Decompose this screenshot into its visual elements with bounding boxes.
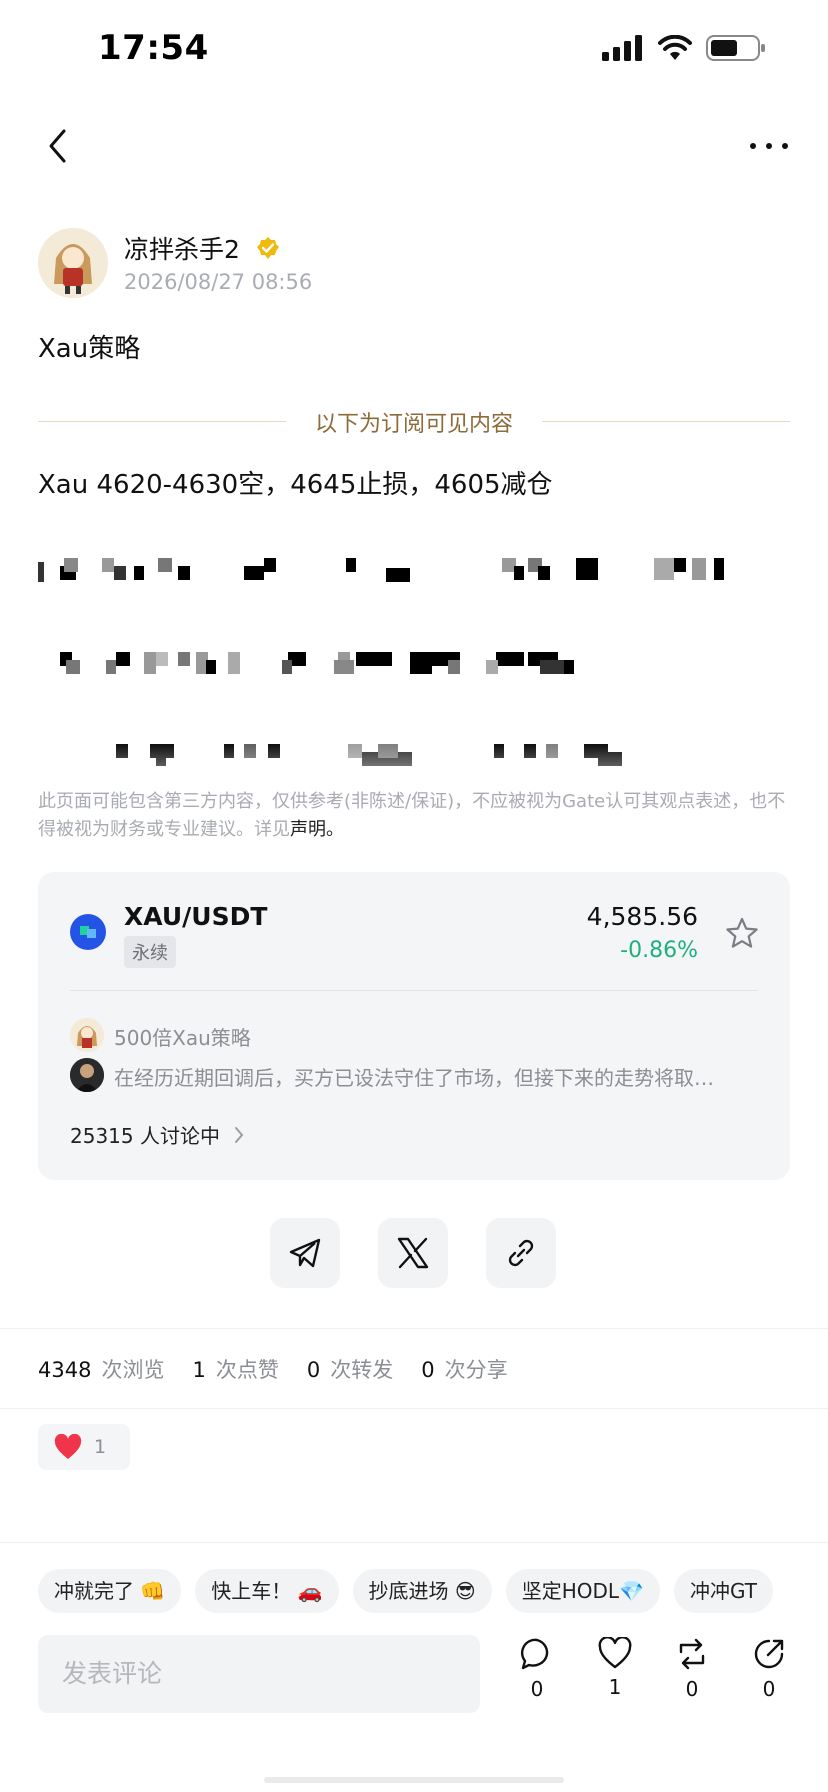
wifi-icon bbox=[658, 35, 692, 60]
status-icons bbox=[602, 34, 766, 62]
post-title: Xau策略 bbox=[38, 334, 141, 364]
author-avatar[interactable] bbox=[38, 228, 108, 298]
like-action[interactable]: 1 bbox=[590, 1637, 640, 1717]
comment-action[interactable]: 0 bbox=[512, 1637, 562, 1717]
feed-item[interactable]: 500倍Xau策略 bbox=[70, 1018, 760, 1052]
divider bbox=[0, 1328, 828, 1329]
subscriber-divider: 以下为订阅可见内容 bbox=[38, 404, 790, 440]
disclaimer-link[interactable]: 声明。 bbox=[290, 819, 344, 840]
views-count: 4348 bbox=[38, 1358, 92, 1382]
quick-comment-chip[interactable]: 坚定HODL💎 bbox=[505, 1569, 660, 1613]
heart-outline-icon bbox=[598, 1637, 632, 1669]
share-x-button[interactable] bbox=[378, 1218, 448, 1288]
subscriber-divider-label: 以下为订阅可见内容 bbox=[292, 412, 535, 437]
quick-comment-chip[interactable]: 抄底进场 😎 bbox=[352, 1569, 492, 1613]
repost-action[interactable]: 0 bbox=[667, 1637, 717, 1717]
pair-name[interactable]: XAU/USDT bbox=[124, 902, 267, 931]
feed-avatar bbox=[70, 1058, 104, 1092]
likes-count: 1 bbox=[192, 1358, 206, 1382]
share-action[interactable]: 0 bbox=[744, 1637, 794, 1717]
disclaimer-text: 此页面可能包含第三方内容，仅供参考(非陈述/保证)，不应被视为Gate认可其观点… bbox=[38, 791, 786, 840]
third-party-disclaimer: 此页面可能包含第三方内容，仅供参考(非陈述/保证)，不应被视为Gate认可其观点… bbox=[38, 788, 790, 844]
reaction-count: 1 bbox=[94, 1436, 107, 1458]
pixel-row bbox=[38, 558, 790, 592]
signal-icon bbox=[602, 35, 642, 61]
feed-avatar bbox=[70, 1018, 104, 1052]
top-nav bbox=[0, 118, 828, 174]
reposts-label: 次转发 bbox=[330, 1358, 394, 1382]
x-icon bbox=[397, 1237, 429, 1269]
reposts-count: 0 bbox=[306, 1358, 321, 1382]
back-button[interactable] bbox=[36, 124, 80, 168]
contract-type-tag: 永续 bbox=[124, 936, 176, 968]
quick-comment-chip[interactable]: 冲就完了 👊 bbox=[38, 1569, 182, 1613]
more-button[interactable] bbox=[744, 124, 794, 168]
comment-input[interactable] bbox=[38, 1635, 480, 1713]
heart-icon bbox=[54, 1434, 82, 1459]
copy-link-button[interactable] bbox=[486, 1218, 556, 1288]
heart-reaction[interactable]: 1 bbox=[38, 1424, 130, 1470]
shares-label: 次分享 bbox=[444, 1358, 508, 1382]
card-divider bbox=[70, 990, 758, 991]
chevron-left-icon bbox=[49, 129, 66, 163]
chevron-right-icon bbox=[234, 1126, 244, 1143]
discussion-count: 25315 人讨论中 bbox=[70, 1124, 220, 1148]
feed-text: 500倍Xau策略 bbox=[114, 1026, 251, 1050]
post-timestamp: 2026/08/27 08:56 bbox=[124, 270, 313, 294]
author-header: 凉拌杀手2 2026/08/27 08:56 bbox=[38, 228, 798, 304]
share-icon bbox=[754, 1639, 784, 1669]
share-buttons bbox=[270, 1218, 558, 1288]
more-dots-icon bbox=[750, 143, 788, 149]
verified-badge-icon bbox=[257, 237, 279, 259]
telegram-icon bbox=[289, 1238, 321, 1268]
avatar-image bbox=[38, 228, 108, 298]
like-count: 1 bbox=[608, 1675, 622, 1699]
feed-text: 在经历近期回调后，买方已设法守住了市场，但接下来的走势将取… bbox=[114, 1066, 714, 1090]
comment-count: 0 bbox=[530, 1677, 544, 1701]
views-label: 次浏览 bbox=[101, 1358, 165, 1382]
favorite-star-icon[interactable] bbox=[724, 916, 760, 952]
quick-comment-row: 冲就完了 👊 快上车！ 🚗 抄底进场 😎 坚定HODL💎 冲冲GT bbox=[38, 1569, 828, 1615]
shares-count: 0 bbox=[421, 1358, 435, 1382]
gate-logo-icon bbox=[70, 914, 106, 950]
share-telegram-button[interactable] bbox=[270, 1218, 340, 1288]
feed-item[interactable]: 在经历近期回调后，买方已设法守住了市场，但接下来的走势将取… bbox=[70, 1058, 760, 1092]
pair-change: -0.86% bbox=[620, 938, 698, 963]
repost-icon bbox=[679, 1638, 705, 1670]
link-icon bbox=[508, 1239, 534, 1267]
comment-icon bbox=[520, 1638, 549, 1670]
share-count: 0 bbox=[762, 1677, 776, 1701]
author-name[interactable]: 凉拌杀手2 bbox=[124, 230, 240, 266]
pixel-row bbox=[38, 652, 790, 686]
home-indicator bbox=[264, 1777, 564, 1783]
market-card[interactable]: XAU/USDT 永续 4,585.56 -0.86% 500倍Xau策略 在经… bbox=[38, 872, 790, 1180]
repost-count: 0 bbox=[685, 1677, 699, 1701]
battery-icon bbox=[706, 35, 765, 61]
status-bar: 17:54 bbox=[0, 0, 828, 100]
bottom-comment-bar: 冲就完了 👊 快上车！ 🚗 抄底进场 😎 坚定HODL💎 冲冲GT 0 1 0 0 bbox=[0, 1542, 828, 1792]
post-stats: 4348 次浏览 1 次点赞 0 次转发 0 次分享 bbox=[38, 1354, 536, 1384]
quick-comment-chip[interactable]: 快上车！ 🚗 bbox=[195, 1569, 339, 1613]
divider bbox=[0, 1408, 828, 1409]
discussion-link[interactable]: 25315 人讨论中 bbox=[70, 1120, 244, 1149]
status-time: 17:54 bbox=[98, 28, 209, 68]
pair-price: 4,585.56 bbox=[586, 902, 698, 931]
quick-comment-chip[interactable]: 冲冲GT bbox=[673, 1569, 773, 1613]
likes-label: 次点赞 bbox=[215, 1358, 279, 1382]
post-content-line: Xau 4620-4630空，4645止损，4605减仓 bbox=[38, 470, 553, 500]
